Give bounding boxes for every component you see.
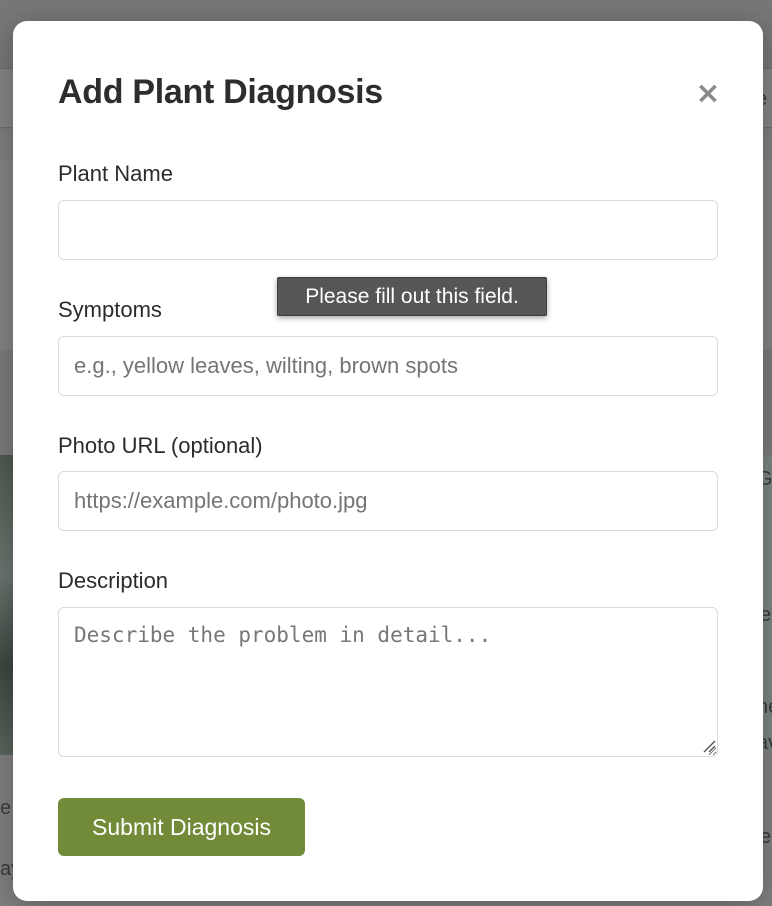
plant-name-input[interactable] — [58, 200, 718, 260]
validation-tooltip: Please fill out this field. — [277, 277, 547, 316]
photo-url-input[interactable] — [58, 471, 718, 531]
symptoms-input[interactable] — [58, 336, 718, 396]
submit-diagnosis-button[interactable]: Submit Diagnosis — [58, 798, 305, 856]
add-diagnosis-modal: Add Plant Diagnosis × Plant Name Symptom… — [13, 21, 763, 901]
description-textarea[interactable] — [58, 607, 718, 757]
photo-url-label: Photo URL (optional) — [58, 433, 263, 458]
close-icon[interactable]: × — [694, 79, 722, 109]
modal-title: Add Plant Diagnosis — [58, 73, 383, 111]
background-text-fragment: e — [0, 797, 12, 819]
description-label: Description — [58, 568, 169, 593]
symptoms-label: Symptoms — [58, 297, 162, 322]
plant-name-label: Plant Name — [58, 161, 173, 186]
